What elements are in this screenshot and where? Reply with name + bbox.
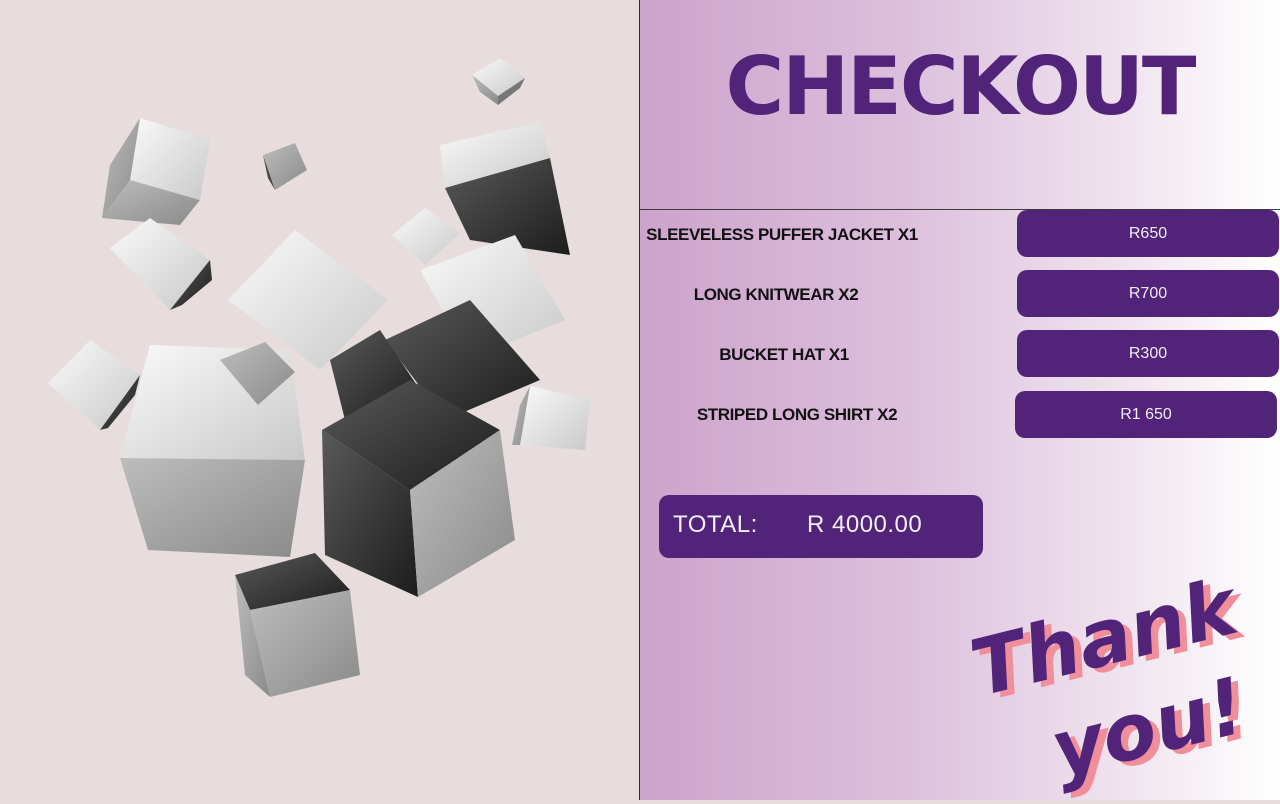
price-button-long-knitwear[interactable]: R700 bbox=[1017, 270, 1279, 317]
thank-you-graphic: Thank Thank you! you! bbox=[963, 561, 1262, 800]
item-label-bucket-hat: BUCKET HAT X1 bbox=[719, 345, 849, 364]
item-label-striped-long-shirt: STRIPED LONG SHIRT X2 bbox=[696, 405, 898, 424]
floating-metal-cubes-image bbox=[48, 58, 590, 697]
total-box: TOTAL: R 4000.00 bbox=[659, 495, 983, 558]
item-label-puffer-jacket: SLEEVELESS PUFFER JACKET X1 bbox=[646, 225, 918, 244]
price-button-striped-long-shirt[interactable]: R1 650 bbox=[1015, 391, 1277, 438]
price-button-bucket-hat[interactable]: R300 bbox=[1017, 330, 1279, 377]
checkout-panel: CHECKOUT SLEEVELESS PUFFER JACKET X1 R65… bbox=[640, 0, 1280, 800]
total-label: TOTAL: bbox=[673, 511, 758, 538]
item-label-long-knitwear: LONG KNITWEAR X2 bbox=[693, 285, 859, 304]
checkout-title: CHECKOUT bbox=[725, 40, 1197, 133]
total-value: R 4000.00 bbox=[807, 511, 923, 538]
cubes-artwork-panel bbox=[0, 0, 639, 800]
price-button-puffer-jacket[interactable]: R650 bbox=[1017, 210, 1279, 257]
